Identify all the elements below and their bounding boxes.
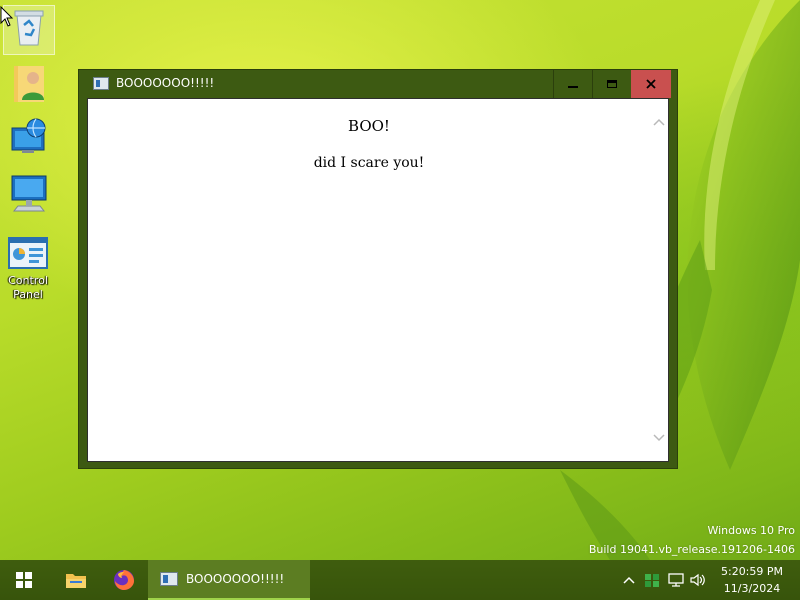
folder-icon bbox=[66, 574, 86, 588]
tray-network[interactable] bbox=[666, 560, 686, 600]
maximize-icon bbox=[607, 80, 617, 88]
control-panel-icon bbox=[7, 232, 49, 274]
taskbar: BOOOOOOO!!!!! 5:20:59 PM 11/3/2024 bbox=[0, 560, 800, 600]
user-folder-icon bbox=[8, 62, 50, 104]
taskbar-clock[interactable]: 5:20:59 PM 11/3/2024 bbox=[708, 563, 796, 597]
clock-date: 11/3/2024 bbox=[723, 582, 781, 595]
scroll-up-button[interactable] bbox=[650, 113, 668, 131]
task-window-icon bbox=[160, 572, 178, 586]
minimize-icon bbox=[568, 86, 578, 88]
minimize-button[interactable] bbox=[553, 70, 592, 98]
windows-logo-icon bbox=[16, 572, 32, 588]
boo-message: did I scare you! bbox=[313, 155, 425, 171]
taskbar-active-window[interactable]: BOOOOOOO!!!!! bbox=[148, 560, 310, 600]
window-app-icon bbox=[93, 77, 109, 90]
chevron-down-icon bbox=[653, 434, 665, 442]
chevron-up-icon bbox=[623, 576, 635, 584]
firefox-icon bbox=[114, 570, 134, 590]
scroll-down-button[interactable] bbox=[650, 429, 668, 447]
taskbar-firefox[interactable] bbox=[100, 560, 148, 600]
taskbar-file-explorer[interactable] bbox=[52, 560, 100, 600]
control-panel-label: Control Panel bbox=[8, 274, 48, 301]
windows-build-watermark: Build 19041.vb_release.191206-1406 bbox=[588, 543, 795, 556]
maximize-button[interactable] bbox=[592, 70, 631, 98]
chevron-up-icon bbox=[653, 118, 665, 126]
tray-overflow-button[interactable] bbox=[620, 560, 638, 600]
window-titlebar[interactable]: BOOOOOOO!!!!! bbox=[79, 70, 677, 98]
mouse-cursor-icon bbox=[0, 6, 14, 27]
windows-edition-watermark: Windows 10 Pro bbox=[707, 524, 795, 537]
shield-icon bbox=[645, 574, 659, 587]
desktop-icon-network[interactable] bbox=[3, 116, 55, 158]
volume-icon bbox=[690, 573, 705, 587]
app-window[interactable]: BOOOOOOO!!!!! BOO! did I scare you! bbox=[78, 69, 678, 469]
close-icon bbox=[646, 79, 656, 89]
clock-time: 5:20:59 PM bbox=[720, 565, 784, 578]
window-content: BOO! did I scare you! bbox=[87, 98, 669, 462]
boo-heading: BOO! bbox=[348, 117, 390, 135]
tray-volume[interactable] bbox=[688, 560, 708, 600]
desktop-icon-control-panel[interactable]: Control Panel bbox=[1, 232, 55, 302]
desktop-icon-user-folder[interactable] bbox=[3, 62, 55, 104]
window-title: BOOOOOOO!!!!! bbox=[116, 76, 215, 90]
tray-security[interactable] bbox=[642, 560, 662, 600]
recycle-bin-icon bbox=[8, 6, 50, 48]
taskbar-active-window-label: BOOOOOOO!!!!! bbox=[186, 572, 285, 586]
start-button[interactable] bbox=[0, 560, 48, 600]
computer-icon bbox=[8, 172, 50, 214]
network-icon bbox=[668, 573, 684, 587]
network-globe-icon bbox=[8, 116, 50, 158]
close-button[interactable] bbox=[631, 70, 671, 98]
desktop-icon-this-pc[interactable] bbox=[3, 172, 55, 214]
